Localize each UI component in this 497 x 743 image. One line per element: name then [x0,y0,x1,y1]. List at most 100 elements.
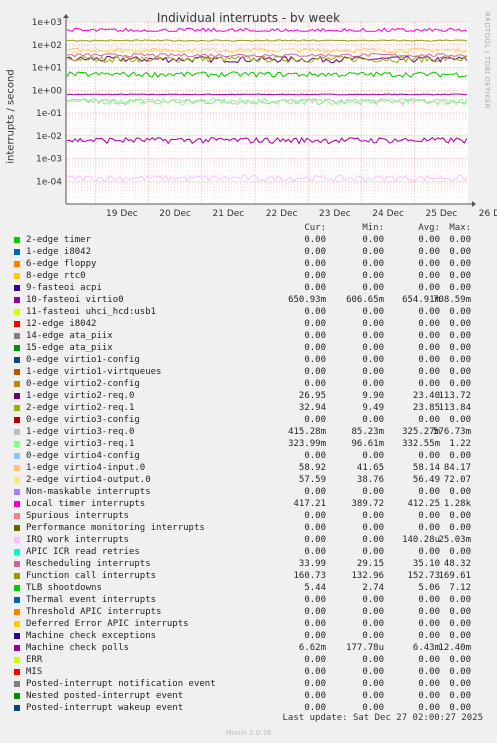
legend-min-value: 0.00 [362,367,384,377]
legend-swatch [14,249,20,255]
legend-cur-value: 0.00 [304,535,326,545]
legend-avg-value: 0.00 [418,511,440,521]
y-axis-arrow [63,14,69,18]
legend-min-value: 0.00 [362,415,384,425]
legend-cur-value: 57.59 [298,475,326,485]
legend-min-value: 389.72 [351,499,384,509]
legend-min-value: 0.00 [362,355,384,365]
legend-max-value: 25.03m [438,535,471,545]
legend-min-value: 0.00 [362,487,384,497]
legend-min-value: 0.00 [362,535,384,545]
legend-avg-value: 325.27m [402,427,440,437]
legend-row: 1-edge virtio2-req.0 26.95 9.90 23.40 113.72 [0,390,497,402]
legend-cur-value: 0.00 [304,619,326,629]
legend-avg-value: 0.00 [418,271,440,281]
y-tick-label: 1e+00 [32,86,63,96]
legend-avg-value: 58.14 [412,463,440,473]
legend-cur-value: 6.62m [298,643,326,653]
legend-label: 2-edge virtio2-req.1 [26,403,135,413]
legend-swatch [14,405,20,411]
legend-cur-value: 0.00 [304,355,326,365]
legend-max-value: 0.00 [449,487,471,497]
legend-cur-value: 0.00 [304,331,326,341]
legend-min-value: 9.90 [362,391,384,401]
legend-avg-value: 0.00 [418,343,440,353]
legend-label: 0-edge virtio3-config [26,415,140,425]
legend-swatch [14,645,20,651]
legend-row: 0-edge virtio3-config 0.00 0.00 0.00 0.00 [0,414,497,426]
legend-row: 2-edge virtio2-req.1 32.94 9.49 23.85 113.84 [0,402,497,414]
legend-avg-value: 0.00 [418,547,440,557]
legend-label: Machine check polls [26,643,129,653]
legend-label: Non-maskable interrupts [26,487,151,497]
legend-avg-value: 0.00 [418,679,440,689]
legend-swatch [14,621,20,627]
legend-label: 2-edge virtio4-output.0 [26,475,151,485]
legend-min-value: 9.49 [362,403,384,413]
legend-swatch [14,369,20,375]
x-tick-label: 22 Dec [266,209,298,219]
x-tick-label: 25 Dec [426,209,458,219]
x-tick-label: 26 Dec [479,209,497,219]
legend-label: Performance monitoring interrupts [26,523,205,533]
legend-cur-value: 0.00 [304,511,326,521]
munin-version: Munin 2.0.76 [225,729,272,737]
legend-max-value: 0.00 [449,235,471,245]
header-min: Min: [362,223,384,233]
legend-avg-value: 0.00 [418,523,440,533]
legend-swatch [14,633,20,639]
y-tick-label: 1e-01 [36,109,62,119]
legend-max-value: 72.07 [443,475,471,485]
legend-cur-value: 0.00 [304,523,326,533]
legend-min-value: 0.00 [362,331,384,341]
legend-min-value: 0.00 [362,667,384,677]
legend-cur-value: 58.92 [298,463,326,473]
legend-avg-value: 0.00 [418,631,440,641]
legend-swatch [14,609,20,615]
legend-max-value: 0.00 [449,343,471,353]
legend-avg-value: 0.00 [418,247,440,257]
legend-label: 0-edge virtio2-config [26,379,140,389]
legend-avg-value: 35.10 [412,559,440,569]
legend-min-value: 41.65 [356,463,384,473]
legend-cur-value: 0.00 [304,379,326,389]
legend-min-value: 0.00 [362,379,384,389]
legend-cur-value: 160.73 [293,571,326,581]
legend-cur-value: 0.00 [304,343,326,353]
legend-avg-value: 0.00 [418,619,440,629]
legend-label: ERR [26,655,43,665]
legend-avg-value: 654.91m [402,295,440,305]
legend-swatch [14,381,20,387]
legend-max-value: 0.00 [449,631,471,641]
legend-cur-value: 26.95 [298,391,326,401]
legend-max-value: 0.00 [449,511,471,521]
legend-swatch [14,585,20,591]
legend-swatch [14,693,20,699]
y-tick-label: 1e+02 [32,41,62,51]
legend-max-value: 1.22 [449,439,471,449]
legend-max-value: 0.00 [449,679,471,689]
legend-cur-value: 0.00 [304,319,326,329]
legend-label: Rescheduling interrupts [26,559,151,569]
legend-row: Posted-interrupt notification event 0.00 0… [0,678,497,690]
legend-row: Machine check exceptions 0.00 0.00 0.00 0.00 [0,630,497,642]
legend-label: Nested posted-interrupt event [26,691,184,701]
legend-row: Nested posted-interrupt event 0.00 0.00 0.0… [0,690,497,702]
legend-label: MIS [26,667,43,677]
legend-label: 2-edge timer [26,235,92,245]
legend-min-value: 29.15 [356,559,384,569]
legend-swatch [14,657,20,663]
legend-avg-value: 23.40 [412,391,440,401]
legend-label: IRQ work interrupts [26,535,129,545]
legend-avg-value: 0.00 [418,691,440,701]
legend-max-value: 0.00 [449,415,471,425]
legend-max-value: 0.00 [449,259,471,269]
x-tick-label: 20 Dec [159,209,191,219]
legend-label: 12-edge i8042 [26,319,97,329]
legend-swatch [14,597,20,603]
legend-cur-value: 415.28m [288,427,326,437]
legend-row: 1-edge virtio1-virtqueues 0.00 0.00 0.00 0.0… [0,366,497,378]
legend-swatch [14,441,20,447]
legend-row: Thermal event interrupts 0.00 0.00 0.00 0.00 [0,594,497,606]
legend-row: APIC ICR read retries 0.00 0.00 0.00 0.00 [0,546,497,558]
